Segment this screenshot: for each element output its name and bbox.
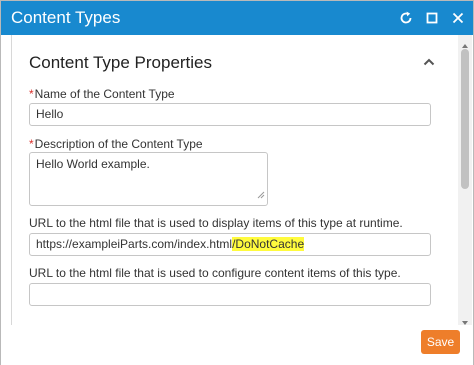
dialog-titlebar[interactable]: Content Types xyxy=(1,1,473,35)
description-value: Hello World example. xyxy=(36,157,150,171)
description-label-text: Description of the Content Type xyxy=(34,137,203,151)
name-label-text: Name of the Content Type xyxy=(34,87,175,101)
required-marker: * xyxy=(29,87,34,101)
chevron-up-icon[interactable] xyxy=(422,55,436,69)
dialog-title: Content Types xyxy=(11,8,121,27)
vertical-scrollbar[interactable] xyxy=(458,35,472,325)
close-icon[interactable] xyxy=(450,10,466,26)
name-label: *Name of the Content Type xyxy=(29,87,175,102)
scroll-up-arrow-icon[interactable] xyxy=(461,37,469,48)
refresh-icon[interactable] xyxy=(398,10,414,26)
scroll-down-arrow-icon[interactable] xyxy=(461,314,469,325)
display-url-label: URL to the html file that is used to dis… xyxy=(29,216,403,230)
scroll-thumb[interactable] xyxy=(461,49,469,189)
display-url-value: https://exampleiParts.com/index.html xyxy=(36,237,233,251)
save-button[interactable]: Save xyxy=(421,330,460,354)
description-textarea[interactable]: Hello World example. xyxy=(29,152,268,206)
description-label: *Description of the Content Type xyxy=(29,137,203,152)
content-types-dialog: Content Types Content Type Properties *N… xyxy=(0,0,474,365)
configure-url-input[interactable] xyxy=(29,283,431,306)
display-url-input[interactable]: https://exampleiParts.com/index.html/DoN… xyxy=(29,233,431,256)
configure-url-label: URL to the html file that is used to con… xyxy=(29,266,401,280)
name-input-value: Hello xyxy=(36,107,64,121)
maximize-icon[interactable] xyxy=(424,10,440,26)
section-title: Content Type Properties xyxy=(29,53,213,72)
display-url-highlight: /DoNotCache xyxy=(232,237,305,251)
required-marker: * xyxy=(29,137,34,151)
dialog-footer: Save xyxy=(1,325,473,365)
name-input[interactable]: Hello xyxy=(29,103,431,126)
resize-grip-icon[interactable] xyxy=(257,188,265,203)
dialog-content: Content Type Properties *Name of the Con… xyxy=(11,35,459,325)
